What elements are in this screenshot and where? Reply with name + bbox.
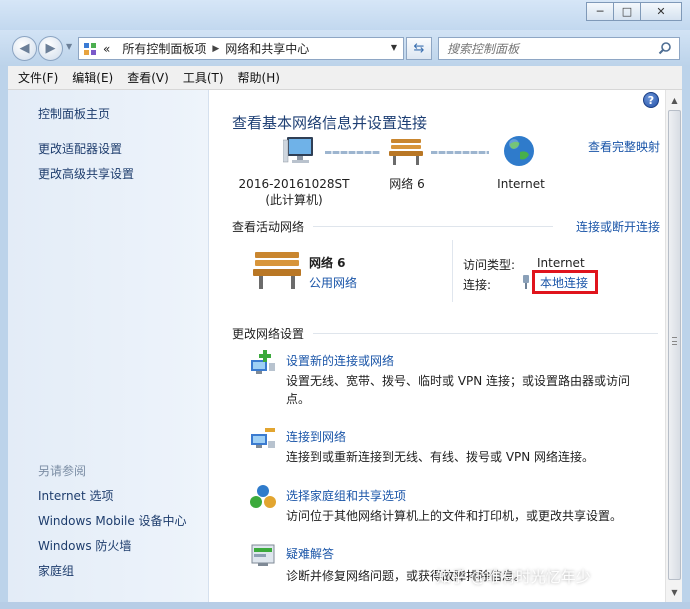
breadcrumb-network-center[interactable]: 网络和共享中心 — [225, 40, 309, 57]
ethernet-icon — [523, 275, 529, 289]
sidebar: 控制面板主页 更改适配器设置 更改高级共享设置 另请参阅 Internet 选项… — [8, 90, 209, 602]
page-title: 查看基本网络信息并设置连接 — [232, 114, 428, 132]
connect-disconnect-link[interactable]: 连接或断开连接 — [576, 218, 660, 235]
scroll-down-icon[interactable]: ▼ — [667, 584, 682, 600]
minimize-button[interactable]: ─ — [586, 2, 614, 21]
menu-edit[interactable]: 编辑(E) — [66, 69, 119, 86]
arrow-left-icon: ◀ — [19, 41, 30, 56]
bench-network-icon — [389, 139, 423, 165]
access-type-value: Internet — [537, 256, 585, 270]
menu-view[interactable]: 查看(V) — [121, 69, 175, 86]
content-area: 控制面板主页 更改适配器设置 更改高级共享设置 另请参阅 Internet 选项… — [8, 90, 682, 602]
vertical-divider — [452, 240, 453, 302]
vertical-scrollbar[interactable]: ▲ ▼ — [665, 90, 682, 602]
active-networks-heading: 查看活动网络 — [232, 220, 305, 234]
refresh-button[interactable]: ⇆ — [406, 37, 432, 60]
active-network-name: 网络 6 — [309, 256, 346, 270]
map-computer-label: 2016-20161028ST (此计算机) — [229, 176, 359, 208]
chevron-down-icon[interactable]: ▼ — [391, 43, 397, 52]
grip-icon — [672, 337, 677, 345]
menu-tools[interactable]: 工具(T) — [177, 69, 230, 86]
section-divider — [313, 333, 658, 334]
sidebar-internet-options[interactable]: Internet 选项 — [38, 487, 113, 504]
troubleshoot-link[interactable]: 疑难解答 — [286, 545, 334, 562]
homegroup-icon — [250, 485, 276, 508]
help-icon[interactable]: ? — [643, 92, 659, 108]
computer-name: 2016-20161028ST — [238, 177, 350, 191]
title-bar: ─ □ ✕ — [0, 0, 690, 30]
see-also-heading: 另请参阅 — [38, 464, 87, 478]
breadcrumb-overflow[interactable]: « — [103, 42, 110, 56]
map-connector-line — [431, 151, 489, 154]
sidebar-homegroup[interactable]: 家庭组 — [38, 562, 74, 579]
section-divider — [313, 226, 553, 227]
homegroup-sharing-link[interactable]: 选择家庭组和共享选项 — [286, 487, 406, 504]
map-connector-line — [325, 151, 380, 154]
main-pane: ? 查看基本网络信息并设置连接 查看完整映射 2016-20161028ST (… — [209, 90, 665, 602]
menu-bar: 文件(F) 编辑(E) 查看(V) 工具(T) 帮助(H) — [8, 66, 682, 90]
new-connection-icon — [251, 350, 275, 374]
view-full-map-link[interactable]: 查看完整映射 — [588, 138, 660, 155]
connection-label: 连接: — [463, 278, 492, 292]
sidebar-windows-firewall[interactable]: Windows 防火墙 — [38, 537, 131, 554]
network-type-link[interactable]: 公用网络 — [309, 274, 357, 291]
bench-network-icon — [253, 252, 301, 289]
address-bar[interactable]: « 所有控制面板项 ▶ 网络和共享中心 ▼ — [78, 37, 404, 60]
connect-network-icon — [251, 428, 275, 448]
globe-icon — [504, 136, 534, 166]
sidebar-change-adapter-settings[interactable]: 更改适配器设置 — [38, 140, 122, 157]
troubleshoot-icon — [251, 544, 275, 566]
setup-new-connection-link[interactable]: 设置新的连接或网络 — [286, 352, 394, 369]
local-connection-link[interactable]: 本地连接 — [540, 274, 588, 291]
watermark: 知乎 @唯有时光忆年少 — [436, 568, 591, 586]
close-button[interactable]: ✕ — [640, 2, 682, 21]
local-connection-highlight: 本地连接 — [532, 270, 598, 294]
window-bottom-border — [0, 602, 690, 609]
menu-help[interactable]: 帮助(H) — [232, 69, 286, 86]
menu-file[interactable]: 文件(F) — [12, 69, 64, 86]
breadcrumb-all-items[interactable]: 所有控制面板项 — [122, 40, 206, 57]
sidebar-control-panel-home[interactable]: 控制面板主页 — [38, 105, 110, 122]
computer-icon — [283, 137, 313, 163]
connect-to-network-link[interactable]: 连接到网络 — [286, 428, 346, 445]
sidebar-change-advanced-sharing[interactable]: 更改高级共享设置 — [38, 165, 134, 182]
chevron-right-icon[interactable]: ▶ — [212, 44, 219, 54]
window-controls: ─ □ ✕ — [586, 2, 682, 21]
maximize-button[interactable]: □ — [613, 2, 641, 21]
sidebar-windows-mobile-center[interactable]: Windows Mobile 设备中心 — [38, 512, 187, 529]
forward-button[interactable]: ▶ — [38, 36, 63, 61]
homegroup-sharing-desc: 访问位于其他网络计算机上的文件和打印机，或更改共享设置。 — [286, 509, 623, 523]
computer-subtitle: (此计算机) — [265, 193, 323, 207]
connect-to-network-desc: 连接到或重新连接到无线、有线、拨号或 VPN 网络连接。 — [286, 450, 595, 464]
search-box[interactable] — [438, 37, 680, 60]
access-type-label: 访问类型: — [463, 258, 516, 272]
recent-pages-dropdown-icon[interactable]: ▼ — [66, 42, 72, 51]
search-icon[interactable] — [658, 41, 672, 55]
back-button[interactable]: ◀ — [12, 36, 37, 61]
change-settings-heading: 更改网络设置 — [232, 327, 305, 341]
arrow-right-icon: ▶ — [45, 41, 56, 56]
setup-new-connection-desc: 设置无线、宽带、拨号、临时或 VPN 连接；或设置路由器或访问点。 — [286, 374, 631, 406]
scroll-up-icon[interactable]: ▲ — [667, 92, 682, 108]
refresh-icon: ⇆ — [413, 41, 425, 56]
address-row: ◀ ▶ ▼ « 所有控制面板项 ▶ 网络和共享中心 ▼ ⇆ — [0, 30, 690, 66]
map-internet-label: Internet — [497, 177, 545, 191]
scroll-thumb[interactable] — [668, 110, 681, 580]
search-input[interactable] — [447, 41, 647, 56]
control-panel-icon — [84, 42, 96, 55]
map-network-label: 网络 6 — [389, 177, 425, 191]
